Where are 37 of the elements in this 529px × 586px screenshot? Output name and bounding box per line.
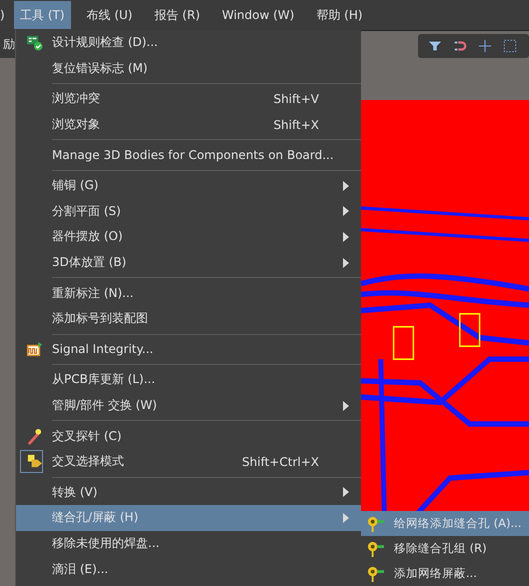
via-icon [367, 565, 384, 582]
menu-item[interactable]: 滴泪 (E)... [16, 556, 361, 582]
menu-item[interactable]: 复位错误标志 (M) [16, 56, 361, 82]
filter-icon[interactable] [428, 39, 442, 53]
menu-item[interactable]: 3D体放置 (B) [16, 250, 361, 276]
menu-item[interactable]: 添加网络屏蔽... [361, 561, 529, 586]
menu-item[interactable]: 管脚/部件 交换 (W) [16, 392, 361, 418]
menu-title[interactable]: ) [0, 0, 14, 30]
menu-item[interactable]: 移除未使用的焊盘... [16, 530, 361, 556]
menu-title[interactable]: 报告 (R) [148, 1, 206, 29]
crosshair-icon[interactable] [478, 39, 492, 53]
waveform-icon [26, 340, 42, 358]
probe-icon [26, 428, 42, 445]
menu-item[interactable]: 转换 (V) [16, 480, 361, 506]
menu-item[interactable]: 分割平面 (S) [16, 198, 361, 224]
selection-icon[interactable] [503, 39, 517, 53]
menu-item[interactable]: 移除缝合孔组 (R) [361, 536, 529, 561]
menu-title[interactable]: 帮助 (H) [310, 1, 369, 29]
menu-item[interactable]: 添加标号到装配图 [16, 306, 361, 332]
magnet-icon[interactable] [453, 39, 467, 53]
menu-item[interactable]: Manage 3D Bodies for Components on Board... [16, 142, 361, 168]
menu-item[interactable]: 浏览冲突 Shift+V [16, 86, 361, 112]
menu-item[interactable]: Signal Integrity... [16, 336, 361, 362]
menu-item[interactable]: 交叉选择模式 Shift+Ctrl+X [16, 448, 361, 474]
tab-label[interactable]: 励 [0, 30, 15, 58]
menu-item[interactable]: 从PCB库更新 (L)... [16, 367, 361, 393]
menu-title[interactable]: 布线 (U) [80, 1, 138, 29]
checklist-icon [26, 34, 42, 52]
menu-title[interactable]: Window (W) [216, 1, 300, 29]
via-icon [367, 540, 384, 557]
menu-item[interactable]: 设计规则检查 (D)... [16, 30, 361, 56]
menu-item[interactable]: 浏览对象 Shift+X [16, 112, 361, 138]
menu-item[interactable]: 器件摆放 (O) [16, 224, 361, 250]
menu-item[interactable]: 重新标注 (N)... [16, 280, 361, 306]
menu-item[interactable]: 交叉探针 (C) [16, 423, 361, 449]
menu-item[interactable]: 铺铜 (G) [16, 172, 361, 199]
via-icon [367, 515, 384, 532]
